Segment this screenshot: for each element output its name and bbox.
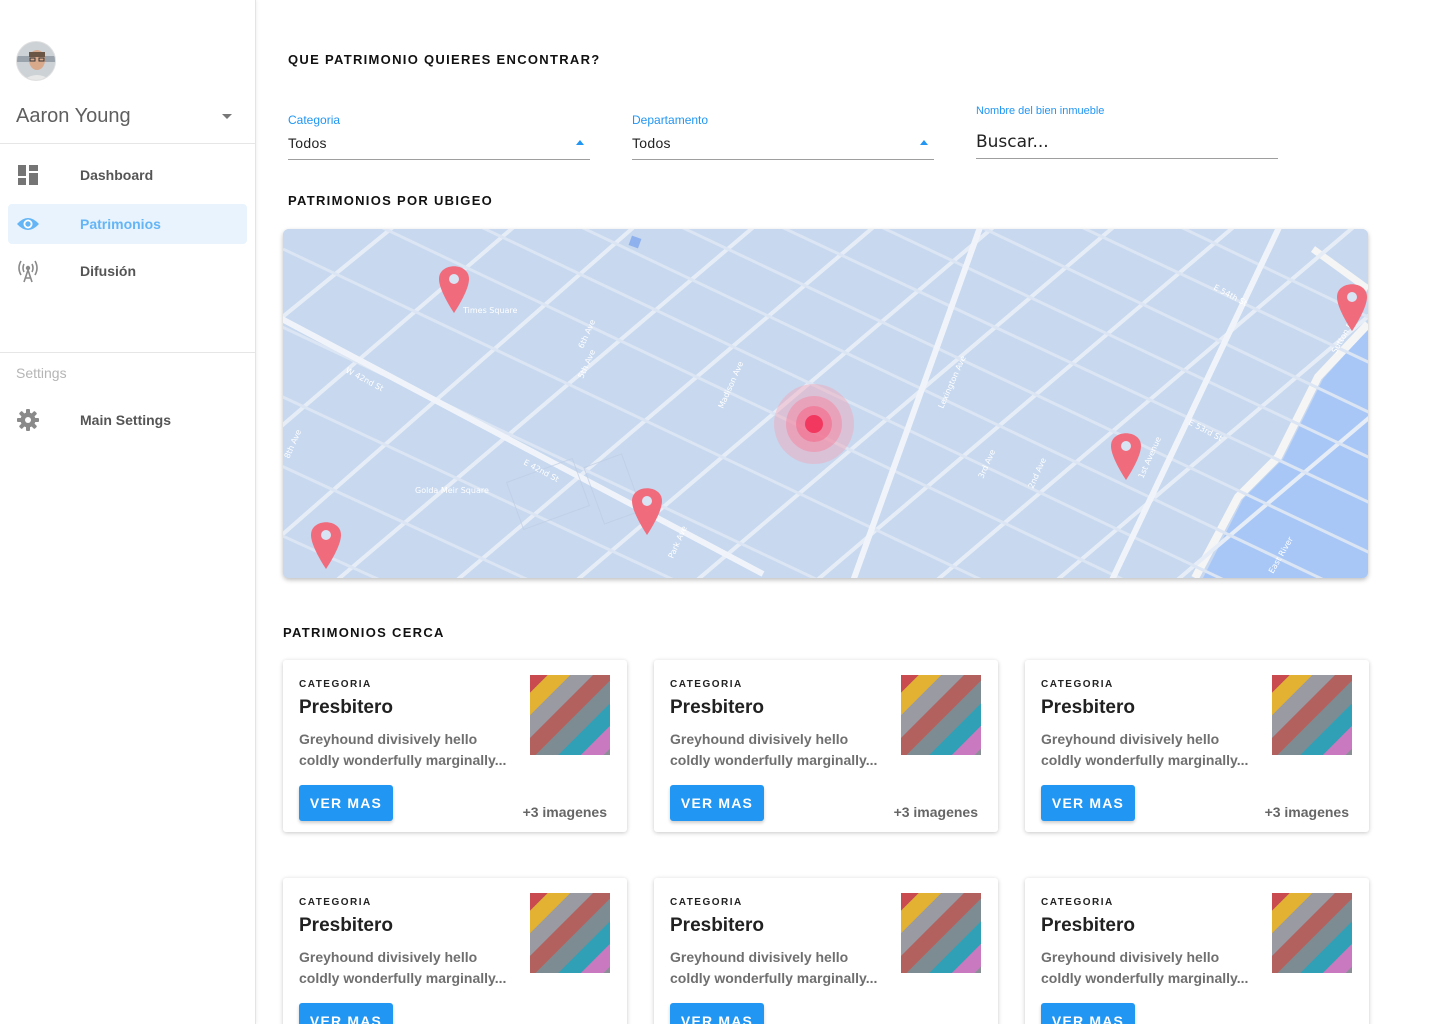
nombre-label: Nombre del bien inmueble: [976, 105, 1105, 117]
card-image-count: +3 imagenes: [522, 804, 607, 820]
card-title: Presbitero: [670, 915, 764, 936]
dropdown-arrow-icon: [576, 140, 584, 145]
user-menu[interactable]: Aaron Young: [16, 103, 240, 129]
near-heading: PATRIMONIOS CERCA: [283, 625, 445, 640]
card-description: Greyhound divisively hello coldly wonder…: [1041, 731, 1249, 768]
card-category: CATEGORIA: [299, 679, 372, 690]
card-category: CATEGORIA: [1041, 679, 1114, 690]
card-title: Presbitero: [299, 915, 393, 936]
dashboard-icon: [16, 163, 40, 187]
departamento-value: Todos: [632, 135, 671, 151]
sidebar-item-label: Main Settings: [80, 412, 172, 428]
sidebar-item-patrimonios[interactable]: Patrimonios: [8, 204, 247, 244]
antenna-icon: [16, 259, 40, 283]
sidebar-item-label: Patrimonios: [80, 216, 161, 232]
card-description: Greyhound divisively hello coldly wonder…: [299, 731, 507, 768]
map-label: Times Square: [462, 306, 518, 315]
card-category: CATEGORIA: [299, 897, 372, 908]
patrimonio-card: CATEGORIA Presbitero Greyhound divisivel…: [283, 878, 627, 1024]
avatar[interactable]: [16, 41, 56, 81]
ver-mas-button[interactable]: VER MAS: [1041, 785, 1135, 821]
ver-mas-button[interactable]: VER MAS: [299, 785, 393, 821]
divider: [0, 352, 255, 353]
card-thumbnail[interactable]: [1272, 893, 1352, 973]
card-description: Greyhound divisively hello coldly wonder…: [1041, 949, 1249, 986]
card-description: Greyhound divisively hello coldly wonder…: [299, 949, 507, 986]
sidebar-item-difusion[interactable]: Difusión: [8, 251, 247, 291]
card-thumbnail[interactable]: [530, 675, 610, 755]
ver-mas-button[interactable]: VER MAS: [670, 1003, 764, 1024]
card-thumbnail[interactable]: [1272, 675, 1352, 755]
card-image-count: +3 imagenes: [1264, 804, 1349, 820]
card-thumbnail[interactable]: [530, 893, 610, 973]
departamento-label: Departamento: [632, 113, 709, 127]
current-location-marker: [774, 384, 854, 464]
card-thumbnail[interactable]: [901, 675, 981, 755]
eye-icon: [16, 212, 40, 236]
card-description: Greyhound divisively hello coldly wonder…: [670, 731, 878, 768]
sidebar-item-label: Difusión: [80, 263, 136, 279]
search-input[interactable]: [976, 126, 1278, 159]
patrimonio-card: CATEGORIA Presbitero Greyhound divisivel…: [654, 878, 998, 1024]
patrimonio-card: CATEGORIA Presbitero Greyhound divisivel…: [654, 660, 998, 832]
patrimonio-card: CATEGORIA Presbitero Greyhound divisivel…: [1025, 878, 1369, 1024]
card-title: Presbitero: [299, 697, 393, 718]
sidebar: Aaron Young Dashboard Patrimonios Difusi…: [0, 0, 256, 1024]
sidebar-item-label: Dashboard: [80, 167, 154, 183]
ver-mas-button[interactable]: VER MAS: [1041, 1003, 1135, 1024]
map-label: Golda Meir Square: [415, 486, 489, 495]
search-heading: QUE PATRIMONIO QUIERES ENCONTRAR?: [288, 52, 601, 67]
map-heading: PATRIMONIOS POR UBIGEO: [288, 193, 494, 208]
categoria-field[interactable]: Todos: [288, 126, 590, 160]
map[interactable]: Times Square W 42nd St Golda Meir Square…: [283, 229, 1368, 578]
card-category: CATEGORIA: [670, 897, 743, 908]
card-title: Presbitero: [670, 697, 764, 718]
card-title: Presbitero: [1041, 697, 1135, 718]
card-description: Greyhound divisively hello coldly wonder…: [670, 949, 878, 986]
chevron-down-icon: [222, 113, 232, 119]
card-category: CATEGORIA: [1041, 897, 1114, 908]
ver-mas-button[interactable]: VER MAS: [299, 1003, 393, 1024]
user-name: Aaron Young: [16, 104, 131, 127]
departamento-field[interactable]: Todos: [632, 126, 934, 160]
card-title: Presbitero: [1041, 915, 1135, 936]
divider: [0, 143, 255, 144]
categoria-label: Categoria: [288, 113, 341, 127]
ver-mas-button[interactable]: VER MAS: [670, 785, 764, 821]
card-thumbnail[interactable]: [901, 893, 981, 973]
patrimonio-card: CATEGORIA Presbitero Greyhound divisivel…: [1025, 660, 1369, 832]
card-category: CATEGORIA: [670, 679, 743, 690]
dropdown-arrow-icon: [920, 140, 928, 145]
sidebar-item-main-settings[interactable]: Main Settings: [8, 400, 247, 440]
card-image-count: +3 imagenes: [893, 804, 978, 820]
categoria-value: Todos: [288, 135, 327, 151]
gear-icon: [16, 408, 40, 432]
patrimonio-card: CATEGORIA Presbitero Greyhound divisivel…: [283, 660, 627, 832]
settings-subheader: Settings: [16, 365, 67, 381]
sidebar-item-dashboard[interactable]: Dashboard: [8, 155, 247, 195]
